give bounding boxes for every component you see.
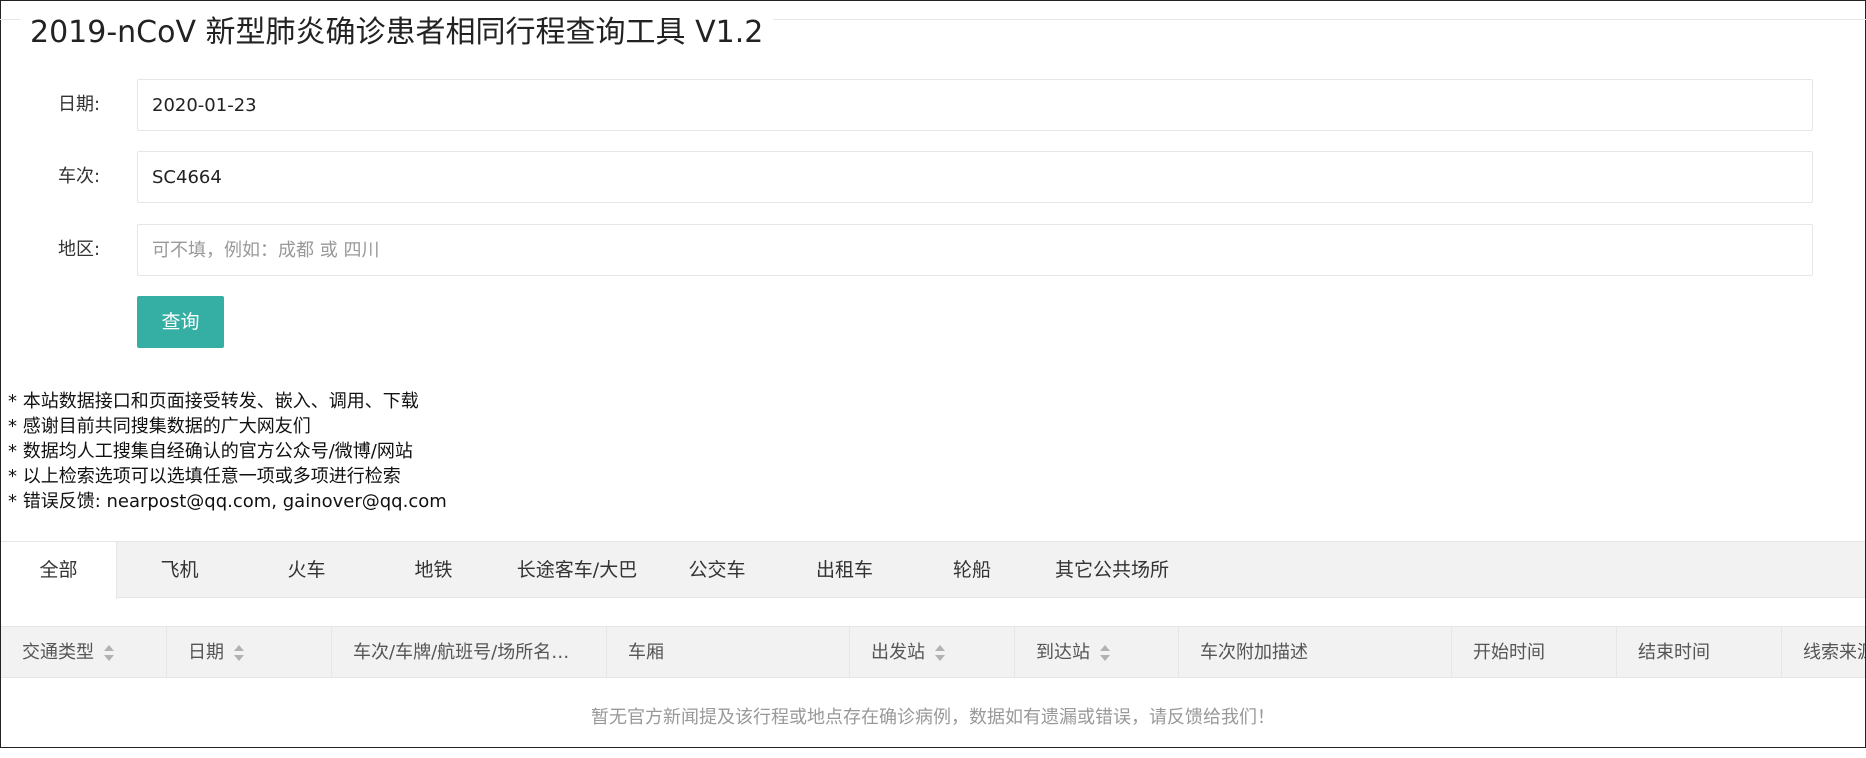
note-item: * 以上检索选项可以选填任意一项或多项进行检索 [8, 466, 401, 487]
note-item: * 数据均人工搜集自经确认的官方公众号/微博/网站 [8, 441, 413, 462]
train-input[interactable] [137, 151, 1813, 203]
column-end-time: 结束时间 [1617, 627, 1782, 677]
notes-list: * 本站数据接口和页面接受转发、嵌入、调用、下载 * 感谢目前共同搜集数据的广大… [8, 389, 447, 514]
tab-public-places[interactable]: 其它公共场所 [1032, 542, 1192, 598]
column-label: 车厢 [628, 642, 664, 663]
tab-coach[interactable]: 长途客车/大巴 [497, 542, 657, 598]
column-label: 到达站 [1036, 642, 1090, 663]
train-label: 车次: [58, 166, 101, 187]
transport-tabs: 全部 飞机 火车 地铁 长途客车/大巴 公交车 出租车 轮船 其它公共场所 [1, 541, 1865, 599]
column-source: 线索来源 [1782, 627, 1865, 677]
region-input[interactable] [137, 224, 1813, 276]
sort-icon[interactable] [104, 645, 114, 661]
form-row-date: 日期: [0, 79, 1866, 131]
table-empty-message: 暂无官方新闻提及该行程或地点存在确诊病例，数据如有遗漏或错误，请反馈给我们！ [591, 707, 1275, 728]
sort-icon[interactable] [234, 645, 244, 661]
tab-train[interactable]: 火车 [243, 542, 370, 598]
column-label: 线索来源 [1803, 642, 1865, 663]
tab-ship[interactable]: 轮船 [912, 542, 1032, 598]
column-transport-type[interactable]: 交通类型 [1, 627, 167, 677]
region-label: 地区: [58, 239, 101, 260]
tab-taxi[interactable]: 出租车 [777, 542, 912, 598]
sort-icon[interactable] [1100, 645, 1110, 661]
column-label: 日期 [188, 642, 224, 663]
form-row-region: 地区: [0, 224, 1866, 276]
column-label: 车次/车牌/航班号/场所名… [353, 642, 570, 663]
sort-icon[interactable] [935, 645, 945, 661]
query-button[interactable]: 查询 [137, 296, 224, 348]
column-label: 结束时间 [1638, 642, 1710, 663]
column-date[interactable]: 日期 [167, 627, 332, 677]
column-label: 出发站 [871, 642, 925, 663]
column-start-time: 开始时间 [1452, 627, 1617, 677]
column-vehicle-no: 车次/车牌/航班号/场所名… [332, 627, 607, 677]
column-arrival[interactable]: 到达站 [1015, 627, 1179, 677]
tab-subway[interactable]: 地铁 [370, 542, 497, 598]
note-item: * 本站数据接口和页面接受转发、嵌入、调用、下载 [8, 391, 419, 412]
column-label: 开始时间 [1473, 642, 1545, 663]
tab-all[interactable]: 全部 [1, 542, 117, 599]
date-label: 日期: [58, 94, 101, 115]
form-row-train: 车次: [0, 151, 1866, 203]
column-label: 车次附加描述 [1200, 642, 1308, 663]
column-departure[interactable]: 出发站 [850, 627, 1015, 677]
column-label: 交通类型 [22, 642, 94, 663]
tab-plane[interactable]: 飞机 [116, 542, 243, 598]
note-item: * 感谢目前共同搜集数据的广大网友们 [8, 416, 311, 437]
date-input[interactable] [137, 79, 1813, 131]
note-item: * 错误反馈: nearpost@qq.com, gainover@qq.com [8, 491, 447, 512]
page-title: 2019-nCoV 新型肺炎确诊患者相同行程查询工具 V1.2 [20, 12, 774, 54]
table-header: 交通类型 日期 车次/车牌/航班号/场所名… 车厢 出发站 到达站 车次附加描述… [1, 626, 1865, 678]
column-description: 车次附加描述 [1179, 627, 1452, 677]
tab-bus[interactable]: 公交车 [657, 542, 777, 598]
column-carriage: 车厢 [607, 627, 850, 677]
